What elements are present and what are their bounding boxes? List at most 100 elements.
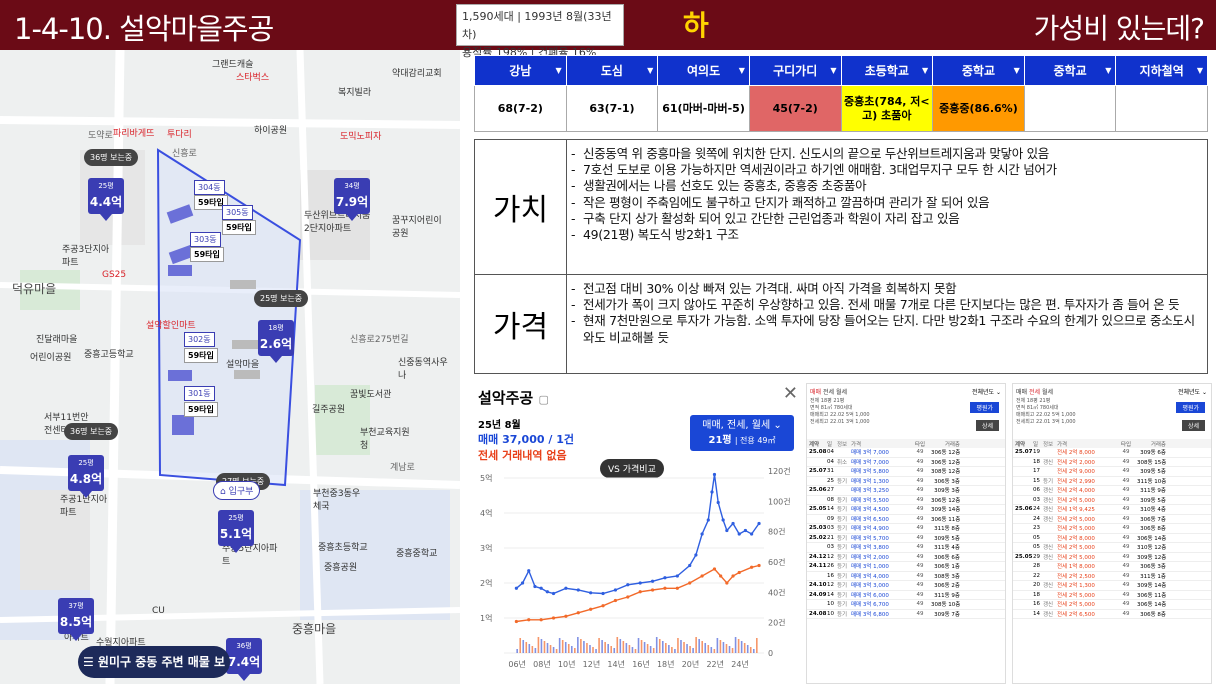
y-tick-label: 1억 [480,613,492,623]
volume-bar [674,649,676,653]
deal-tab[interactable]: 매매 [1016,389,1027,396]
year-filter[interactable]: 전체년도 ⌄ [1178,387,1207,396]
trade-cell: 49 [916,582,924,589]
volume-bar [580,639,582,653]
deal-tab[interactable]: 전세 [1029,389,1040,396]
year-filter[interactable]: 전체년도 ⌄ [972,387,1001,396]
trade-cell: 전세 2억 5,000 [1057,592,1095,599]
price-pin[interactable]: 25평 4.4억 [88,178,124,221]
price-pin[interactable]: 36평 7.4억 [226,638,262,681]
map-view[interactable]: 그랜드캐슬 스타벅스 약대감리교회 복지빌라 파리바게뜨 도약로 투다리 하이공… [0,50,460,684]
data-point [626,595,630,599]
trade-row[interactable]: 25.07 31 매매 3억 5,800 49 308동 12층 [807,467,1005,477]
trade-cell: 전세 2억 5,000 [1057,526,1095,533]
series-line [515,474,760,595]
trade-row[interactable]: 05 전세 2억 8,000 49 306동 14층 [1013,534,1211,543]
price-pin[interactable]: 25평 4.8억 [68,455,104,498]
trade-row[interactable]: 24.10 12 등기 매매 3억 3,000 49 306동 2층 [807,581,1005,591]
trade-row[interactable]: 28 전세 1억 8,000 49 306동 3층 [1013,562,1211,572]
avg-price-button[interactable]: 평원가 [970,402,999,413]
trade-row[interactable]: 16 등기 매매 3억 4,000 49 308동 3층 [807,572,1005,581]
price-pin[interactable]: 34평 7.9억 [334,178,370,221]
avg-price-button[interactable]: 평원가 [1176,402,1205,413]
trade-row[interactable]: 25 등기 매매 3억 1,300 49 306동 3층 [807,477,1005,486]
volume-bar [552,647,555,653]
deal-type-selector[interactable]: 매매, 전세, 월세 ⌄ 21평 | 전용 49㎡ [690,415,794,451]
trade-row[interactable]: 04 취소 매매 3억 7,000 49 306동 12층 [807,458,1005,467]
data-point [688,581,692,585]
data-point [712,472,717,477]
col-header[interactable]: 여의도 ▼ [657,55,750,86]
trade-row[interactable]: 10 등기 매매 3억 6,700 49 308동 10층 [807,600,1005,610]
dropdown-arrow-icon: ▼ [1105,66,1112,75]
trade-cell: 49 [916,449,924,456]
commute-cell [1023,85,1117,132]
trade-cell: 306동 12층 [931,459,961,466]
trade-row[interactable]: 24.12 12 등기 매매 3억 2,000 49 306동 6층 [807,553,1005,562]
trade-row[interactable]: 25.05 14 등기 매매 3억 4,500 49 309동 14층 [807,505,1005,515]
trade-row[interactable]: 16 갱신 전세 2억 5,000 49 306동 14층 [1013,600,1211,610]
col-header[interactable]: 중학교 ▼ [1023,55,1117,86]
col-header[interactable]: 지하철역 ▼ [1115,55,1208,86]
trade-row[interactable]: 25.05 29 갱신 전세 2억 5,000 49 309동 12층 [1013,553,1211,562]
col-header[interactable]: 초등학교 ▼ [840,55,934,86]
trade-cell: 매매 3억 3,000 [851,583,889,590]
trade-row[interactable]: 03 갱신 전세 2억 5,000 49 309동 5층 [1013,496,1211,505]
building-label: 303동 [190,232,221,247]
trade-row[interactable]: 08 등기 매매 3억 5,500 49 306동 12층 [807,496,1005,505]
trade-cell: 14 [827,506,834,513]
trade-row[interactable]: 23 전세 2억 5,000 49 306동 8층 [1013,524,1211,534]
trade-row[interactable]: 25.03 03 등기 매매 3억 4,900 49 311동 8층 [807,524,1005,534]
volume-bar [710,647,713,653]
deal-tab[interactable]: 월세 [1042,389,1053,396]
trade-row[interactable]: 20 갱신 전세 2억 1,300 49 309동 14층 [1013,581,1211,591]
deal-tab[interactable]: 매매 [810,389,821,396]
trade-row[interactable]: 14 갱신 전세 2억 6,500 49 306동 8층 [1013,610,1211,619]
col-header[interactable]: 중학교 ▼ [932,55,1025,86]
trade-row[interactable]: 22 전세 2억 2,500 49 311동 1층 [1013,572,1211,581]
detail-button[interactable]: 상세 [975,420,999,431]
data-point [743,528,748,533]
price-pin[interactable]: 37평 8.5억 [58,598,94,641]
trade-cell: 18 [1033,458,1040,465]
price-pin[interactable]: 18평 2.6억 [258,320,294,363]
price-chart[interactable]: 1억 2억 3억 4억 5억 0 20건 40건 60건 80건 100건 120건 06년 08년 10년… [474,465,802,683]
trade-row[interactable]: 18 전세 2억 5,000 49 306동 11층 [1013,591,1211,600]
trade-row[interactable]: 09 등기 매매 3억 6,500 49 306동 11층 [807,515,1005,524]
col-header[interactable]: 강남 ▼ [474,55,567,86]
complex-name: 설악주공 ▢ [478,389,549,407]
trade-row[interactable]: 06 갱신 전세 2억 4,000 49 311동 9층 [1013,486,1211,496]
close-icon[interactable]: ✕ [783,383,798,404]
data-point [750,532,754,536]
trade-row[interactable]: 18 갱신 전세 2억 2,000 49 308동 15층 [1013,458,1211,467]
trade-row[interactable]: 24.09 14 등기 매매 3억 6,000 49 311동 9층 [807,591,1005,600]
volume-bar [686,644,688,653]
trade-row[interactable]: 15 등기 전세 2억 2,990 49 311동 10층 [1013,477,1211,486]
trade-row[interactable]: 25.06 27 매매 3억 3,250 49 309동 3층 [807,486,1005,496]
trade-row[interactable]: 24.08 10 등기 매매 3억 6,800 49 309동 7층 [807,610,1005,619]
trade-row[interactable]: 25.08 04 매매 3억 7,000 49 306동 12층 [807,448,1005,458]
trade-cell: 26 [827,563,834,570]
trade-cell: 전세 2억 5,000 [1057,497,1095,504]
dropdown-arrow-icon: ▼ [1196,66,1203,75]
trade-row[interactable]: 05 갱신 전세 2억 5,000 49 310동 12층 [1013,543,1211,553]
trade-row[interactable]: 24 갱신 전세 2억 5,000 49 306동 7층 [1013,515,1211,524]
trade-row[interactable]: 25.02 21 등기 매매 3억 5,700 49 309동 5층 [807,534,1005,543]
trade-cell: 49 [916,610,924,617]
trade-cell: 309동 7층 [934,611,960,618]
deal-tab[interactable]: 전세 [823,389,834,396]
col-header[interactable]: 구디가디 ▼ [748,55,842,86]
trade-row[interactable]: 25.07 19 전세 2억 8,000 49 309동 6층 [1013,448,1211,458]
detail-button[interactable]: 상세 [1181,420,1205,431]
entrance-marker[interactable]: ⌂ 입구부 [213,481,261,500]
dropdown-arrow-icon: ▼ [830,66,837,75]
price-pin[interactable]: 25평 5.1억 [218,510,254,553]
deal-tab[interactable]: 월세 [836,389,847,396]
trade-row[interactable]: 24.11 26 등기 매매 3억 1,000 49 306동 1층 [807,562,1005,572]
trade-cell: 08 [827,496,834,503]
trade-row[interactable]: 25.06 24 갱신 전세 1억 9,425 49 310동 4층 [1013,505,1211,515]
trade-row[interactable]: 03 등기 매매 3억 3,800 49 311동 4층 [807,543,1005,553]
trade-row[interactable]: 17 전세 2억 9,000 49 309동 5층 [1013,467,1211,477]
nearby-listings-button[interactable]: ☰ 원미구 중동 주변 매물 보기 [78,646,230,678]
col-header[interactable]: 도심 ▼ [565,55,659,86]
